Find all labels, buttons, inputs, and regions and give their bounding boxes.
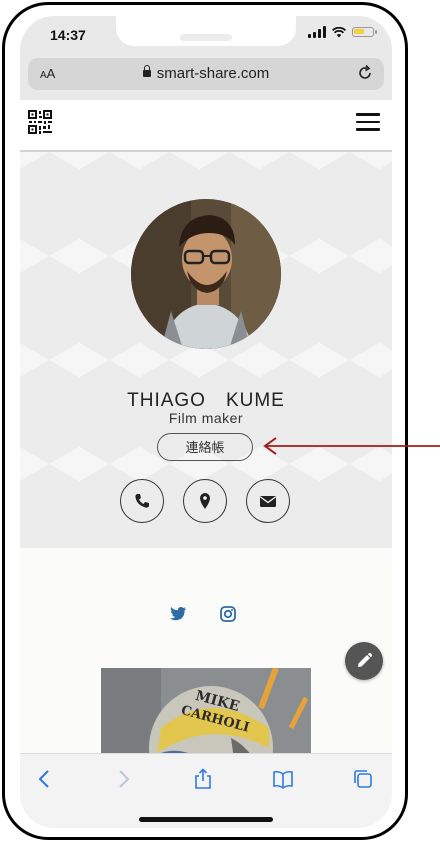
contact-book-button[interactable]: 連絡帳 bbox=[157, 433, 253, 461]
edit-button[interactable] bbox=[345, 642, 383, 680]
home-indicator bbox=[139, 817, 273, 822]
tabs-icon[interactable] bbox=[352, 768, 374, 790]
twitter-icon[interactable] bbox=[169, 605, 187, 623]
chevron-right-icon[interactable] bbox=[112, 768, 134, 790]
url-bar[interactable]: AA smart-share.com bbox=[28, 58, 384, 90]
instagram-icon[interactable] bbox=[219, 605, 237, 623]
qr-code-icon[interactable] bbox=[28, 110, 52, 134]
status-time: 14:37 bbox=[50, 27, 86, 43]
phone-screen: 14:37 AA smart-share.com THIAGO KUME Fil… bbox=[20, 16, 392, 828]
book-icon[interactable] bbox=[272, 768, 294, 790]
phone-icon bbox=[135, 494, 149, 508]
signal-icon bbox=[308, 26, 326, 38]
wifi-icon bbox=[332, 26, 346, 37]
url-display[interactable]: smart-share.com bbox=[28, 65, 384, 82]
lock-icon bbox=[142, 65, 151, 77]
envelope-icon bbox=[260, 496, 276, 507]
reload-icon[interactable] bbox=[356, 64, 374, 82]
annotation-arrow-icon bbox=[263, 437, 440, 455]
social-section: MIKE CARHOLI bbox=[20, 548, 392, 773]
profile-section: THIAGO KUME Film maker 連絡帳 bbox=[20, 152, 392, 548]
hamburger-menu-icon[interactable] bbox=[356, 113, 380, 131]
site-header bbox=[20, 100, 392, 152]
location-button[interactable] bbox=[183, 479, 227, 523]
pencil-icon bbox=[358, 652, 373, 667]
share-icon[interactable] bbox=[192, 768, 214, 790]
profile-role: Film maker bbox=[168, 410, 244, 426]
notch bbox=[116, 16, 296, 46]
location-pin-icon bbox=[200, 493, 210, 509]
avatar bbox=[131, 199, 281, 349]
chevron-left-icon[interactable] bbox=[34, 768, 56, 790]
profile-name: THIAGO KUME bbox=[127, 390, 285, 411]
speaker bbox=[180, 34, 232, 41]
email-button[interactable] bbox=[246, 479, 290, 523]
browser-toolbar bbox=[20, 753, 392, 828]
status-icons bbox=[308, 26, 377, 38]
url-text: smart-share.com bbox=[156, 65, 270, 82]
battery-icon bbox=[352, 27, 377, 37]
phone-button[interactable] bbox=[120, 479, 164, 523]
